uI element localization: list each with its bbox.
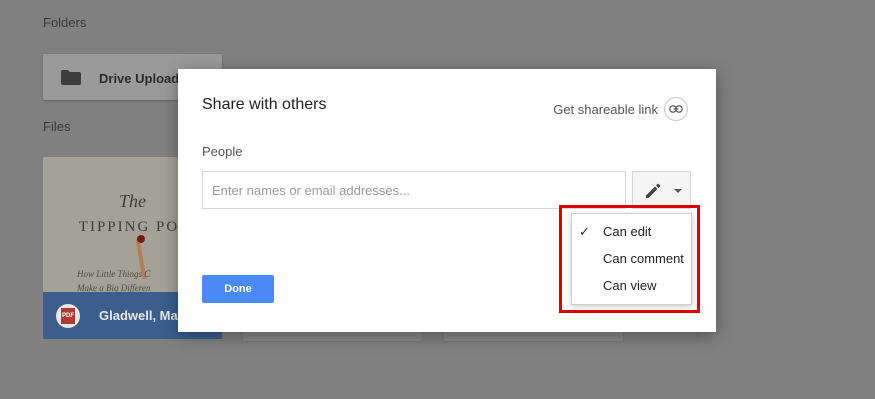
file-name: Gladwell, Mal: [99, 308, 182, 323]
menu-item-label: Can view: [603, 278, 657, 293]
dialog-title: Share with others: [202, 96, 327, 113]
folder-name: Drive Upload: [99, 71, 180, 86]
menu-item-can-view[interactable]: Can view: [572, 272, 691, 299]
get-shareable-link-label: Get shareable link: [553, 101, 658, 117]
people-label: People: [202, 144, 243, 159]
pdf-icon: PDF: [56, 304, 80, 328]
pdf-badge-label: PDF: [61, 308, 75, 324]
people-input[interactable]: [202, 171, 626, 209]
menu-item-label: Can edit: [603, 224, 652, 239]
permission-dropdown-button[interactable]: [632, 171, 691, 209]
link-icon[interactable]: [664, 97, 688, 121]
menu-item-can-comment[interactable]: Can comment: [572, 245, 691, 272]
menu-item-can-edit[interactable]: ✓ Can edit: [572, 218, 691, 245]
pencil-icon: [646, 183, 661, 198]
folder-icon: [61, 70, 81, 85]
files-heading: Files: [43, 119, 71, 134]
permission-menu: ✓ Can edit Can comment Can view: [571, 213, 692, 305]
done-button[interactable]: Done: [202, 275, 274, 303]
get-shareable-link-button[interactable]: Get shareable link: [553, 97, 688, 121]
chevron-down-icon: [674, 189, 682, 193]
menu-item-label: Can comment: [603, 251, 684, 266]
check-icon: ✓: [579, 224, 590, 239]
folders-heading: Folders: [43, 15, 87, 30]
match-head-illustration: [137, 235, 145, 243]
